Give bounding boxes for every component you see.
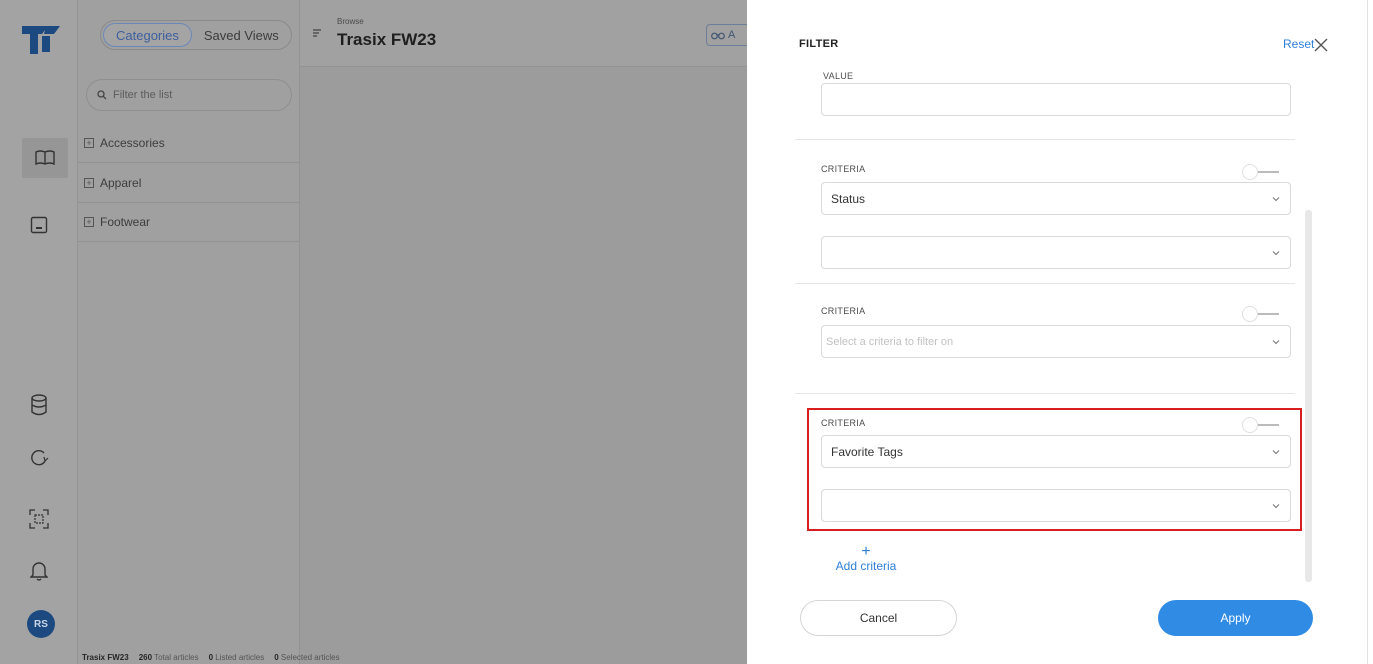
highlight-box — [807, 408, 1302, 531]
tab-saved-views[interactable]: Saved Views — [192, 23, 291, 47]
criteria-select[interactable]: Status — [821, 182, 1291, 215]
category-item-apparel[interactable]: + Apparel — [78, 164, 300, 203]
status-total: 260 Total articles — [138, 652, 199, 662]
window-edge — [1367, 0, 1373, 664]
bell-icon[interactable] — [24, 556, 54, 586]
category-label: Accessories — [100, 136, 165, 150]
sort-icon[interactable] — [312, 28, 322, 43]
header-action-label: A — [728, 29, 736, 41]
chevron-down-icon — [1272, 340, 1280, 345]
expand-icon[interactable]: + — [84, 138, 94, 148]
chevron-down-icon — [1272, 197, 1280, 202]
criteria-label: CRITERIA — [821, 164, 866, 174]
criteria-toggle[interactable] — [1241, 163, 1281, 181]
scrollbar[interactable] — [1305, 210, 1312, 582]
category-label: Apparel — [100, 176, 142, 190]
status-listed: 0 Listed articles — [208, 652, 265, 662]
add-criteria-button[interactable]: + Add criteria — [835, 543, 897, 574]
app-rail: RS — [0, 0, 78, 664]
database-icon[interactable] — [24, 390, 54, 420]
page-title: Trasix FW23 — [337, 30, 437, 49]
criteria-label: CRITERIA — [821, 306, 866, 316]
divider — [795, 283, 1295, 284]
filter-list-input[interactable]: Filter the list — [86, 79, 292, 111]
chevron-down-icon — [1272, 251, 1280, 256]
value-input[interactable] — [821, 83, 1291, 116]
criteria-value-select[interactable] — [821, 236, 1291, 269]
plus-icon: + — [861, 543, 871, 560]
expand-icon[interactable]: + — [84, 178, 94, 188]
divider — [795, 393, 1295, 394]
category-panel: Categories Saved Views Filter the list +… — [78, 0, 300, 664]
category-item-footwear[interactable]: + Footwear — [78, 203, 300, 242]
status-season: Trasix FW23 — [82, 652, 129, 662]
criteria-toggle[interactable] — [1241, 305, 1281, 323]
criteria-select-value: Status — [831, 191, 866, 206]
book-icon[interactable] — [22, 138, 68, 178]
binoculars-icon — [711, 32, 725, 40]
value-label: VALUE — [823, 71, 854, 81]
cancel-button[interactable]: Cancel — [800, 600, 957, 636]
status-selected: 0 Selected articles — [274, 652, 340, 662]
search-icon — [97, 90, 107, 100]
criteria-select-placeholder: Select a criteria to filter on — [826, 335, 954, 348]
expand-icon[interactable]: + — [84, 217, 94, 227]
criteria-select[interactable]: Select a criteria to filter on — [821, 325, 1291, 358]
category-label: Footwear — [100, 215, 151, 229]
apply-button[interactable]: Apply — [1158, 600, 1313, 636]
filter-list-placeholder: Filter the list — [113, 89, 173, 101]
add-criteria-label: Add criteria — [835, 559, 897, 573]
reset-button[interactable]: Reset — [1283, 37, 1314, 51]
trasix-logo-icon[interactable] — [20, 22, 64, 56]
divider — [795, 139, 1295, 140]
presentation-icon[interactable] — [24, 210, 54, 240]
tab-categories[interactable]: Categories — [103, 23, 192, 47]
status-bar: Trasix FW23 260 Total articles 0 Listed … — [78, 650, 747, 664]
browse-header: Browse Trasix FW23 A — [300, 0, 756, 67]
filter-drawer: FILTER Reset VALUE CRITERIA Status CRITE… — [747, 0, 1367, 664]
category-item-accessories[interactable]: + Accessories — [78, 124, 300, 163]
scan-icon[interactable] — [24, 504, 54, 534]
view-switcher: Categories Saved Views — [100, 20, 292, 50]
breadcrumb[interactable]: Browse — [337, 17, 364, 26]
close-icon[interactable] — [1313, 37, 1329, 53]
sync-icon[interactable] — [24, 443, 54, 473]
filter-title: FILTER — [799, 38, 839, 50]
avatar[interactable]: RS — [27, 610, 55, 638]
